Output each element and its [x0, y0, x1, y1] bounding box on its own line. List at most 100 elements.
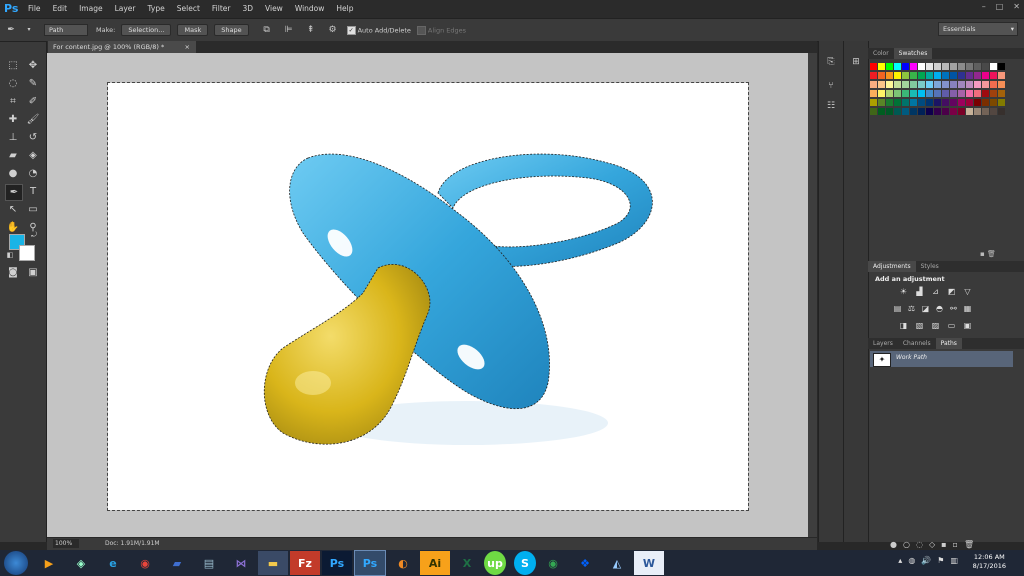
menu-help[interactable]: Help	[330, 0, 359, 18]
doc-info[interactable]: Doc: 1.91M/1.91M	[105, 538, 160, 550]
dodge-tool-icon[interactable]: ◔	[25, 166, 41, 181]
quick-selection-icon[interactable]: ✎	[25, 76, 41, 91]
screen-mode-icon[interactable]: ▣	[25, 265, 41, 280]
swatch[interactable]	[886, 81, 893, 88]
swatch[interactable]	[886, 108, 893, 115]
document-canvas[interactable]	[107, 82, 749, 511]
brush-presets-icon[interactable]: ⑂	[823, 79, 839, 93]
paths-panel-actions[interactable]: ●○◌◇▪▫🗑	[890, 540, 980, 549]
swatch[interactable]	[982, 72, 989, 79]
menu-edit[interactable]: Edit	[47, 0, 74, 18]
black-white-icon[interactable]: ◪	[920, 304, 931, 313]
vertical-scrollbar[interactable]	[808, 53, 817, 537]
swatch[interactable]	[942, 99, 949, 106]
menu-select[interactable]: Select	[171, 0, 206, 18]
book-icon[interactable]: ▰	[162, 551, 192, 575]
swatch[interactable]	[918, 108, 925, 115]
marquee-tool-icon[interactable]: ⬚	[5, 58, 21, 73]
eraser-icon[interactable]: ▰	[5, 148, 21, 163]
swatch[interactable]	[950, 108, 957, 115]
swatch[interactable]	[958, 81, 965, 88]
swatch[interactable]	[902, 72, 909, 79]
swatch[interactable]	[990, 81, 997, 88]
notepad-icon[interactable]: ▤	[194, 551, 224, 575]
internet-explorer-icon[interactable]: e	[98, 551, 128, 575]
swatch[interactable]	[942, 90, 949, 97]
blur-tool-icon[interactable]: ●	[5, 166, 21, 181]
swatch[interactable]	[950, 99, 957, 106]
swatch[interactable]	[942, 108, 949, 115]
swatch[interactable]	[886, 63, 893, 70]
exposure-icon[interactable]: ◩	[946, 287, 957, 296]
menu-image[interactable]: Image	[73, 0, 109, 18]
swatch[interactable]	[918, 99, 925, 106]
excel-icon[interactable]: X	[452, 551, 482, 575]
swatch[interactable]	[958, 99, 965, 106]
workspace-select[interactable]: Essentials ▾	[938, 22, 1018, 36]
posterize-icon[interactable]: ▧	[914, 321, 925, 330]
swatch[interactable]	[902, 90, 909, 97]
swatch[interactable]	[934, 108, 941, 115]
swatch[interactable]	[974, 72, 981, 79]
swatch[interactable]	[894, 72, 901, 79]
threshold-icon[interactable]: ▨	[930, 321, 941, 330]
word-icon[interactable]: W	[634, 551, 664, 575]
swatches-grid[interactable]	[870, 63, 1010, 133]
swatch[interactable]	[878, 108, 885, 115]
swatch[interactable]	[974, 90, 981, 97]
swatch[interactable]	[910, 90, 917, 97]
hand-tool-icon[interactable]: ✋	[5, 220, 21, 235]
swatch[interactable]	[902, 63, 909, 70]
swatch[interactable]	[878, 99, 885, 106]
pen-tool-icon[interactable]: ✒	[5, 184, 23, 201]
swatch[interactable]	[966, 81, 973, 88]
swatch[interactable]	[878, 72, 885, 79]
media-player-icon[interactable]: ▶	[34, 551, 64, 575]
zoom-field[interactable]: 100%	[53, 539, 79, 548]
swatch[interactable]	[998, 63, 1005, 70]
document-tab[interactable]: For content.jpg @ 100% (RGB/8) * ×	[48, 41, 196, 53]
path-item-work-path[interactable]: ✦ Work Path	[870, 351, 1013, 367]
background-color-swatch[interactable]	[19, 245, 35, 261]
swatch[interactable]	[990, 99, 997, 106]
crop-tool-icon[interactable]: ⌗	[5, 94, 21, 109]
make-shape-button[interactable]: Shape	[214, 24, 249, 36]
network-icon[interactable]: ◍	[908, 556, 915, 565]
swatch[interactable]	[886, 90, 893, 97]
swatch[interactable]	[910, 63, 917, 70]
hue-saturation-icon[interactable]: ▤	[892, 304, 903, 313]
vmware-icon[interactable]: ◈	[66, 551, 96, 575]
menu-type[interactable]: Type	[142, 0, 171, 18]
swatch[interactable]	[950, 63, 957, 70]
brush-tool-icon[interactable]: 🖌	[25, 112, 41, 127]
levels-icon[interactable]: ▟	[914, 287, 925, 296]
swatch[interactable]	[918, 90, 925, 97]
swatch[interactable]	[926, 90, 933, 97]
swatch[interactable]	[918, 81, 925, 88]
chrome-icon[interactable]: ◉	[130, 551, 160, 575]
close-tab-icon[interactable]: ×	[185, 41, 190, 53]
color-balance-icon[interactable]: ⚖	[906, 304, 917, 313]
path-arrangement-icon[interactable]: ⇞	[304, 24, 318, 36]
swatch[interactable]	[990, 63, 997, 70]
eyedropper-icon[interactable]: ✐	[25, 94, 41, 109]
swap-colors-icon[interactable]: ⤾	[26, 228, 42, 243]
swatch[interactable]	[998, 99, 1005, 106]
move-tool-icon[interactable]: ✥	[25, 58, 41, 73]
swatch[interactable]	[902, 99, 909, 106]
swatch[interactable]	[902, 81, 909, 88]
swatch[interactable]	[966, 99, 973, 106]
swatch[interactable]	[974, 108, 981, 115]
path-selection-icon[interactable]: ↖	[5, 202, 21, 217]
auto-add-delete-checkbox[interactable]: ✓ Auto Add/Delete	[346, 25, 411, 35]
chrome-alt-icon[interactable]: ◉	[538, 551, 568, 575]
swatch[interactable]	[974, 81, 981, 88]
filezilla-icon[interactable]: Fz	[290, 551, 320, 575]
skype-icon[interactable]: S	[514, 551, 536, 575]
menu-filter[interactable]: Filter	[206, 0, 237, 18]
swatch[interactable]	[982, 90, 989, 97]
start-button-icon[interactable]	[4, 551, 28, 575]
menu-layer[interactable]: Layer	[109, 0, 142, 18]
rectangle-tool-icon[interactable]: ▭	[25, 202, 41, 217]
swatch[interactable]	[894, 63, 901, 70]
